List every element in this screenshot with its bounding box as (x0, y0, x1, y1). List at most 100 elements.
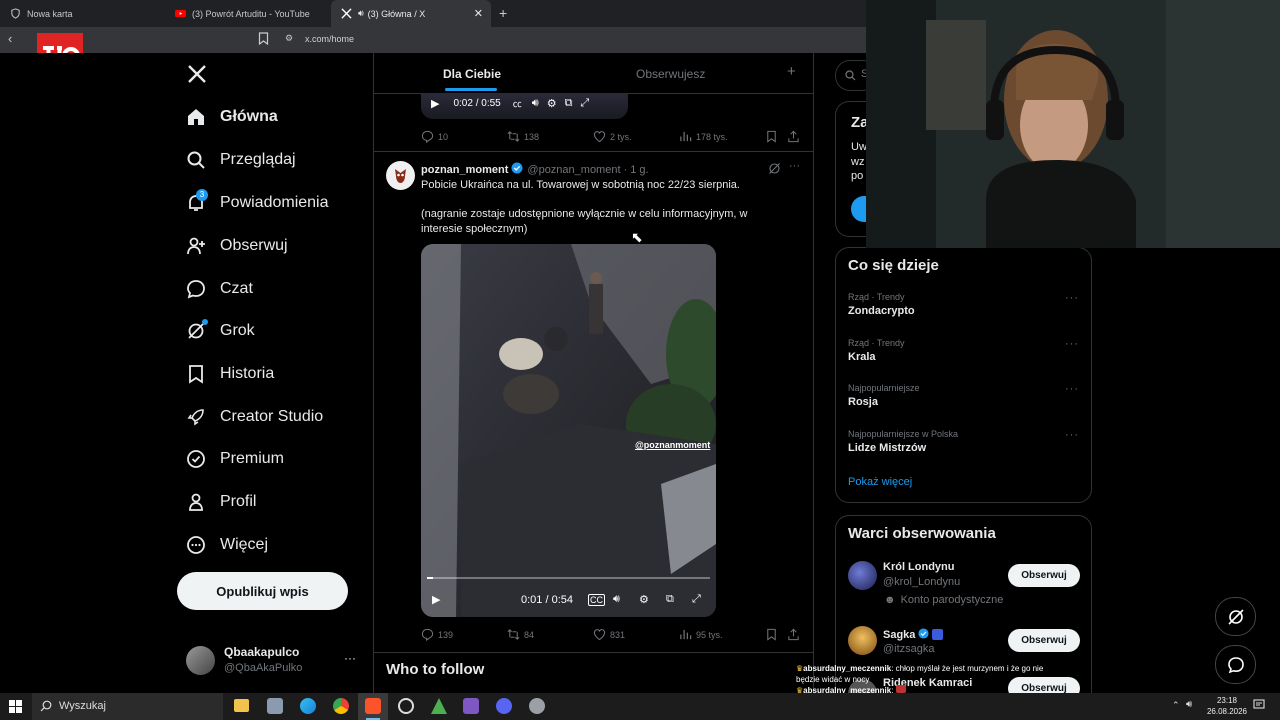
chrome-icon[interactable] (333, 698, 349, 714)
pip-icon[interactable]: ⧉ (666, 593, 674, 606)
post-button[interactable]: Opublikuj wpis (177, 572, 348, 610)
notifications-icon[interactable] (1253, 699, 1265, 714)
new-dot (202, 319, 208, 325)
premium-text-1: Uw (851, 141, 867, 153)
nav-explore[interactable]: Przeglądaj (186, 145, 296, 175)
nav-bookmarks[interactable]: Historia (186, 359, 274, 389)
fullscreen-icon[interactable]: ⤢ (692, 593, 701, 606)
author-avatar[interactable] (386, 161, 415, 190)
discord-icon[interactable] (496, 698, 512, 714)
fullscreen-icon[interactable]: ⤢ (580, 97, 589, 110)
like-button[interactable]: 831 (593, 628, 625, 641)
close-icon[interactable]: ✕ (474, 7, 483, 20)
pip-icon[interactable]: ⧉ (565, 97, 573, 110)
taskbar-search[interactable]: Wyszukaj (32, 693, 223, 720)
edge-icon[interactable] (300, 698, 316, 714)
nav-grok[interactable]: Grok (186, 316, 255, 346)
app-icon[interactable] (431, 698, 447, 714)
volume-icon[interactable]: 🔊︎ (1186, 699, 1192, 710)
mask-icon: ☻ (884, 594, 896, 606)
account-switcher[interactable]: Qbaakapulco @QbaAkaPulko ··· (186, 645, 361, 677)
trend-item[interactable]: Rząd · Trendy Krala (848, 338, 905, 363)
messages-fab[interactable] (1215, 645, 1256, 684)
url-field[interactable]: x.com/home (305, 34, 354, 44)
avatar[interactable] (848, 626, 877, 655)
bookmark-button[interactable] (765, 130, 782, 143)
nav-profile[interactable]: Profil (186, 487, 256, 517)
back-icon[interactable]: ‹ (8, 31, 12, 46)
nav-creator-studio[interactable]: Creator Studio (186, 402, 323, 432)
site-settings-icon[interactable]: ⚙︎ (285, 33, 293, 44)
like-button[interactable]: 2 tys. (593, 130, 632, 143)
tab-new[interactable]: Nowa karta (0, 0, 165, 27)
trend-name: Rosja (848, 396, 878, 408)
post-video[interactable]: @poznanmoment ▶ 0:01 / 0:54 CC 🔊︎ ⚙︎ ⧉ ⤢ (421, 244, 716, 617)
more-icon[interactable]: ··· (1065, 383, 1079, 395)
video-progress-track[interactable] (427, 577, 710, 579)
play-icon[interactable]: ▶ (431, 97, 439, 110)
brave-taskbar-item[interactable] (358, 693, 388, 720)
rocket-icon (186, 407, 206, 427)
tab-for-you[interactable]: Dla Ciebie (443, 67, 501, 81)
file-explorer-icon[interactable] (234, 699, 249, 712)
play-icon[interactable]: ▶ (432, 593, 440, 606)
reply-button[interactable]: 10 (421, 130, 448, 143)
clock[interactable]: 23:18 26.08.2026 (1205, 695, 1249, 717)
app-icon[interactable] (529, 698, 545, 714)
repost-button[interactable]: 84 (507, 628, 534, 641)
bookmark-button[interactable] (765, 628, 782, 641)
post[interactable]: poznan_moment @poznan_moment · 1 g. ··· … (374, 152, 813, 653)
tab-x[interactable]: 🔊︎ (3) Główna / X ✕ (331, 0, 491, 27)
tray-overflow-icon[interactable]: ⌃ (1172, 700, 1180, 711)
share-button[interactable] (787, 628, 804, 641)
tab-following[interactable]: Obserwujesz (636, 67, 705, 81)
follow-button[interactable]: Obserwuj (1008, 564, 1080, 587)
more-options-icon[interactable]: ··· (789, 160, 800, 172)
captions-icon[interactable]: ㏄ (513, 97, 522, 110)
settings-icon[interactable]: ⚙︎ (547, 97, 557, 110)
grok-icon[interactable] (768, 162, 781, 178)
nav-follow[interactable]: Obserwuj (186, 231, 288, 261)
trend-item[interactable]: Najpopularniejsze Rosja (848, 383, 920, 408)
show-more-link[interactable]: Pokaż więcej (848, 476, 912, 488)
more-icon[interactable]: ··· (1065, 292, 1079, 304)
post-time[interactable]: · 1 g. (624, 164, 649, 176)
views-button[interactable]: 95 tys. (679, 628, 723, 641)
previous-video[interactable]: ▶ 0:02 / 0:55 ㏄ 🔊︎ ⚙︎ ⧉ ⤢ (421, 93, 628, 119)
trend-item[interactable]: Rząd · Trendy Zondacrypto (848, 292, 915, 317)
x-logo-icon[interactable] (187, 64, 207, 87)
add-tab-icon[interactable]: + (787, 63, 796, 80)
new-tab-icon[interactable]: + (499, 5, 507, 21)
views-button[interactable]: 178 tys. (679, 130, 728, 143)
tab-youtube[interactable]: (3) Powrót Artuditu - YouTube (165, 0, 330, 27)
grok-fab[interactable] (1215, 597, 1256, 636)
settings-icon[interactable]: ⚙︎ (639, 593, 649, 606)
more-icon[interactable]: ··· (1065, 338, 1079, 350)
share-button[interactable] (787, 130, 804, 143)
suggested-name[interactable]: Sagka (883, 629, 915, 641)
trend-category: Rząd · Trendy (848, 292, 905, 302)
author-handle[interactable]: @poznan_moment (527, 164, 620, 176)
nav-more[interactable]: Więcej (186, 530, 268, 560)
nav-chat[interactable]: Czat (186, 274, 253, 304)
captions-icon[interactable]: CC (588, 593, 605, 606)
nav-home[interactable]: Główna (186, 102, 278, 132)
repost-button[interactable]: 138 (507, 130, 539, 143)
suggested-name[interactable]: Król Londynu (883, 561, 955, 573)
app-icon[interactable] (463, 698, 479, 714)
windows-start-icon[interactable] (9, 700, 22, 716)
reply-button[interactable]: 139 (421, 628, 453, 641)
trend-item[interactable]: Najpopularniejsze w Polska Lidze Mistrzów (848, 429, 958, 454)
nav-notifications[interactable]: 3 Powiadomienia (186, 188, 329, 218)
more-icon[interactable]: ··· (1065, 429, 1079, 441)
app-icon[interactable] (267, 698, 283, 714)
author-name[interactable]: poznan_moment (421, 164, 508, 176)
obs-icon[interactable] (398, 698, 414, 714)
volume-icon[interactable]: 🔊︎ (613, 593, 620, 606)
follow-button[interactable]: Obserwuj (1008, 629, 1080, 652)
x-logo-icon (341, 8, 352, 19)
nav-premium[interactable]: Premium (186, 444, 284, 474)
volume-icon[interactable]: 🔊︎ (532, 97, 539, 110)
avatar[interactable] (848, 561, 877, 590)
bookmark-icon[interactable] (258, 32, 269, 48)
